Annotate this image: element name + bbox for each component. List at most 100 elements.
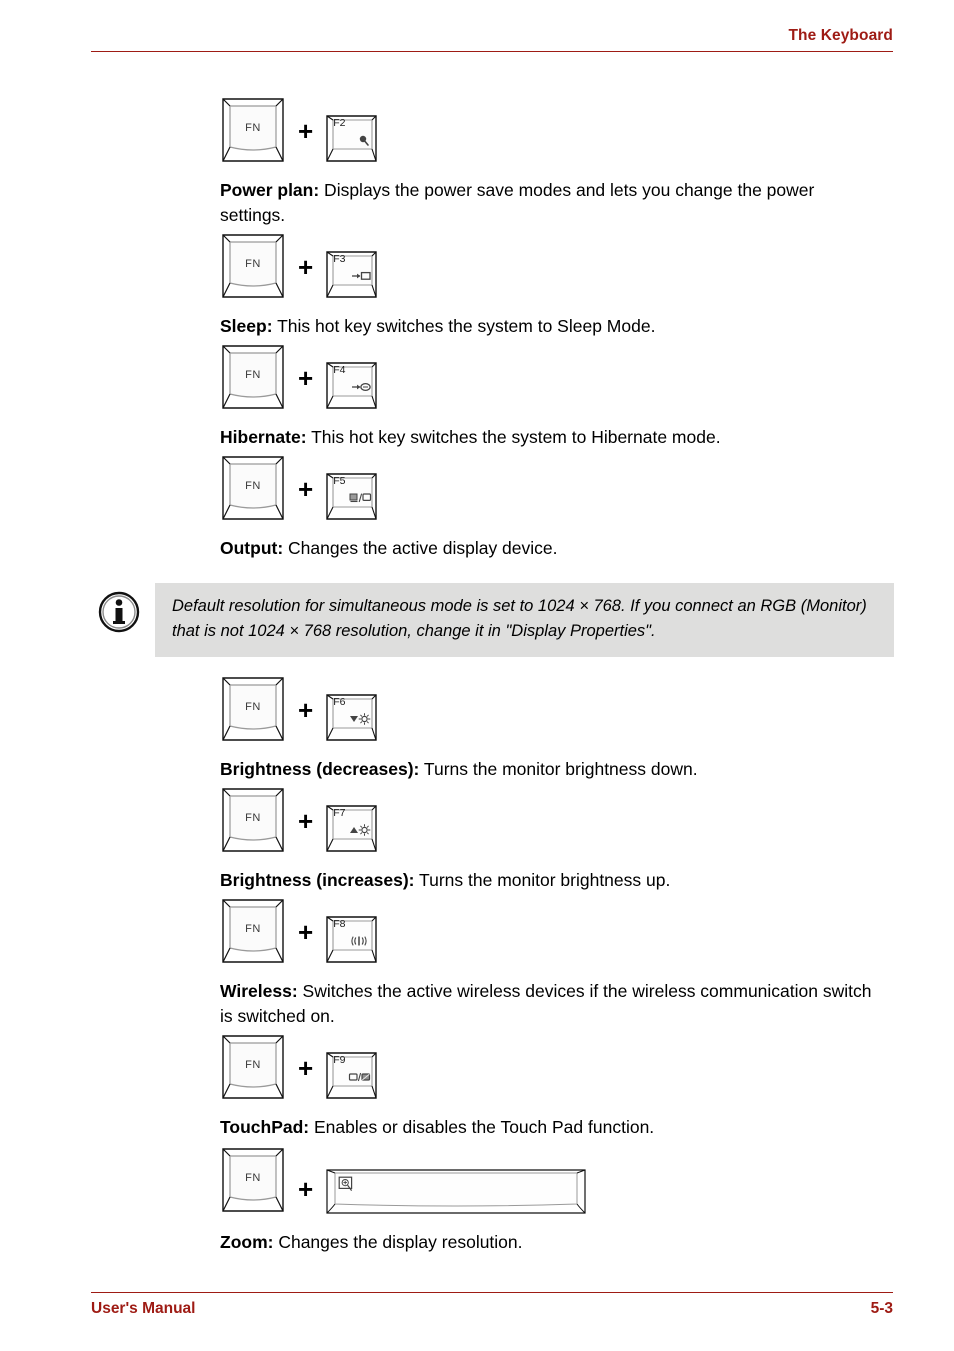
brightness-up-icon xyxy=(346,823,372,837)
hotkey-entry-brightness-down: FN + F6 Brightness (decreases): Turns th… xyxy=(0,671,954,782)
plus-sign: + xyxy=(298,806,314,836)
hotkey-description: Wireless: Switches the active wireless d… xyxy=(220,979,880,1029)
information-note: Default resolution for simultaneous mode… xyxy=(0,583,954,657)
hotkey-description: Power plan: Displays the power save mode… xyxy=(220,178,880,228)
fn-key-icon: FN xyxy=(220,97,286,164)
hotkey-text: Switches the active wireless devices if … xyxy=(220,981,872,1026)
function-key-f6: F6 xyxy=(325,693,378,743)
hotkey-term: Power plan: xyxy=(220,180,320,200)
hotkey-description: Brightness (decreases): Turns the monito… xyxy=(220,757,880,782)
page-header: The Keyboard xyxy=(91,26,893,52)
fn-key-label: FN xyxy=(245,258,261,270)
information-note-text: Default resolution for simultaneous mode… xyxy=(155,583,894,657)
header-divider xyxy=(91,51,893,52)
hotkey-term: Brightness (decreases): xyxy=(220,759,420,779)
hotkey-text: Changes the active display device. xyxy=(283,538,558,558)
plus-sign: + xyxy=(298,695,314,725)
plus-sign: + xyxy=(298,474,314,504)
key-combination: FN + F9 xyxy=(220,1029,894,1101)
key-combination: FN + F7 xyxy=(220,782,894,854)
key-combination: FN + xyxy=(220,1140,894,1216)
function-key-f3: F3 xyxy=(325,250,378,300)
hotkey-description: Sleep: This hot key switches the system … xyxy=(220,314,880,339)
document-content: FN + F2 Power plan: Displays the power s… xyxy=(0,92,954,1255)
function-key-label: F2 xyxy=(333,117,346,129)
key-combination: FN + F8 xyxy=(220,893,894,965)
wireless-icon xyxy=(346,934,372,948)
hotkey-entry-hibernate: FN + F4 Hibernate: This hot key switches… xyxy=(0,339,954,450)
hotkey-entry-power-plan: FN + F2 Power plan: Displays the power s… xyxy=(0,92,954,228)
hotkey-text: Changes the display resolution. xyxy=(273,1232,523,1252)
sleep-icon xyxy=(346,269,372,283)
power-plan-icon xyxy=(346,133,372,147)
key-combination: FN + F3 xyxy=(220,228,894,300)
hotkey-text: This hot key switches the system to Hibe… xyxy=(306,427,721,447)
footer-divider xyxy=(91,1292,893,1293)
key-combination: FN + F4 xyxy=(220,339,894,411)
hotkey-description: Output: Changes the active display devic… xyxy=(220,536,880,561)
fn-key-icon: FN xyxy=(220,1147,286,1214)
brightness-down-icon xyxy=(346,712,372,726)
zoom-magnifier-icon xyxy=(338,1176,356,1194)
fn-key-icon: FN xyxy=(220,787,286,854)
page-footer: User's Manual 5-3 xyxy=(91,1292,893,1319)
fn-key-icon: FN xyxy=(220,1034,286,1101)
fn-key-label: FN xyxy=(245,369,261,381)
key-combination: FN + F5 xyxy=(220,450,894,522)
hotkey-term: Output: xyxy=(220,538,284,558)
hotkey-term: Brightness (increases): xyxy=(220,870,415,890)
fn-key-label: FN xyxy=(245,923,261,935)
fn-key-label: FN xyxy=(245,480,261,492)
fn-key-label: FN xyxy=(245,1172,261,1184)
function-key-f9: F9 xyxy=(325,1051,378,1101)
plus-sign: + xyxy=(298,363,314,393)
footer-page-number: 5-3 xyxy=(870,1300,893,1317)
touchpad-icon xyxy=(346,1070,372,1084)
key-combination: FN + F2 xyxy=(220,92,894,164)
fn-key-label: FN xyxy=(245,1059,261,1071)
footer-row: User's Manual 5-3 xyxy=(91,1299,893,1319)
fn-key-icon: FN xyxy=(220,455,286,522)
hotkey-term: TouchPad: xyxy=(220,1117,310,1137)
fn-key-icon: FN xyxy=(220,344,286,411)
function-key-f2: F2 xyxy=(325,114,378,164)
hotkey-description: Brightness (increases): Turns the monito… xyxy=(220,868,880,893)
function-key-label: F6 xyxy=(333,696,346,708)
hibernate-icon xyxy=(346,380,372,394)
function-key-label: F3 xyxy=(333,253,346,265)
hotkey-description: TouchPad: Enables or disables the Touch … xyxy=(220,1115,880,1140)
space-bar-key xyxy=(325,1168,587,1216)
hotkey-description: Hibernate: This hot key switches the sys… xyxy=(220,425,880,450)
fn-key-icon: FN xyxy=(220,676,286,743)
plus-sign: + xyxy=(298,917,314,947)
plus-sign: + xyxy=(298,116,314,146)
hotkey-term: Hibernate: xyxy=(220,427,307,447)
hotkey-entry-sleep: FN + F3 Sleep: This hot key switches the… xyxy=(0,228,954,339)
function-key-f4: F4 xyxy=(325,361,378,411)
hotkey-term: Wireless: xyxy=(220,981,298,1001)
function-key-label: F9 xyxy=(333,1054,346,1066)
information-icon xyxy=(98,591,140,633)
plus-sign: + xyxy=(298,252,314,282)
plus-sign: + xyxy=(298,1053,314,1083)
fn-key-label: FN xyxy=(245,122,261,134)
function-key-f7: F7 xyxy=(325,804,378,854)
hotkey-entry-brightness-up: FN + F7 Brightness (increases): Turns th… xyxy=(0,782,954,893)
hotkey-text: Turns the monitor brightness down. xyxy=(419,759,698,779)
hotkey-text: Enables or disables the Touch Pad functi… xyxy=(309,1117,655,1137)
function-key-f5: F5 xyxy=(325,472,378,522)
function-key-label: F4 xyxy=(333,364,346,376)
function-key-f8: F8 xyxy=(325,915,378,965)
output-display-icon xyxy=(346,491,372,505)
function-key-label: F5 xyxy=(333,475,346,487)
hotkey-entry-output: FN + F5 Output: Changes the active displ… xyxy=(0,450,954,561)
fn-key-icon: FN xyxy=(220,233,286,300)
hotkey-term: Sleep: xyxy=(220,316,273,336)
fn-key-label: FN xyxy=(245,812,261,824)
key-combination: FN + F6 xyxy=(220,671,894,743)
plus-sign: + xyxy=(298,1174,314,1204)
fn-key-icon: FN xyxy=(220,898,286,965)
fn-key-label: FN xyxy=(245,701,261,713)
hotkey-description: Zoom: Changes the display resolution. xyxy=(220,1230,880,1255)
hotkey-text: Turns the monitor brightness up. xyxy=(414,870,671,890)
